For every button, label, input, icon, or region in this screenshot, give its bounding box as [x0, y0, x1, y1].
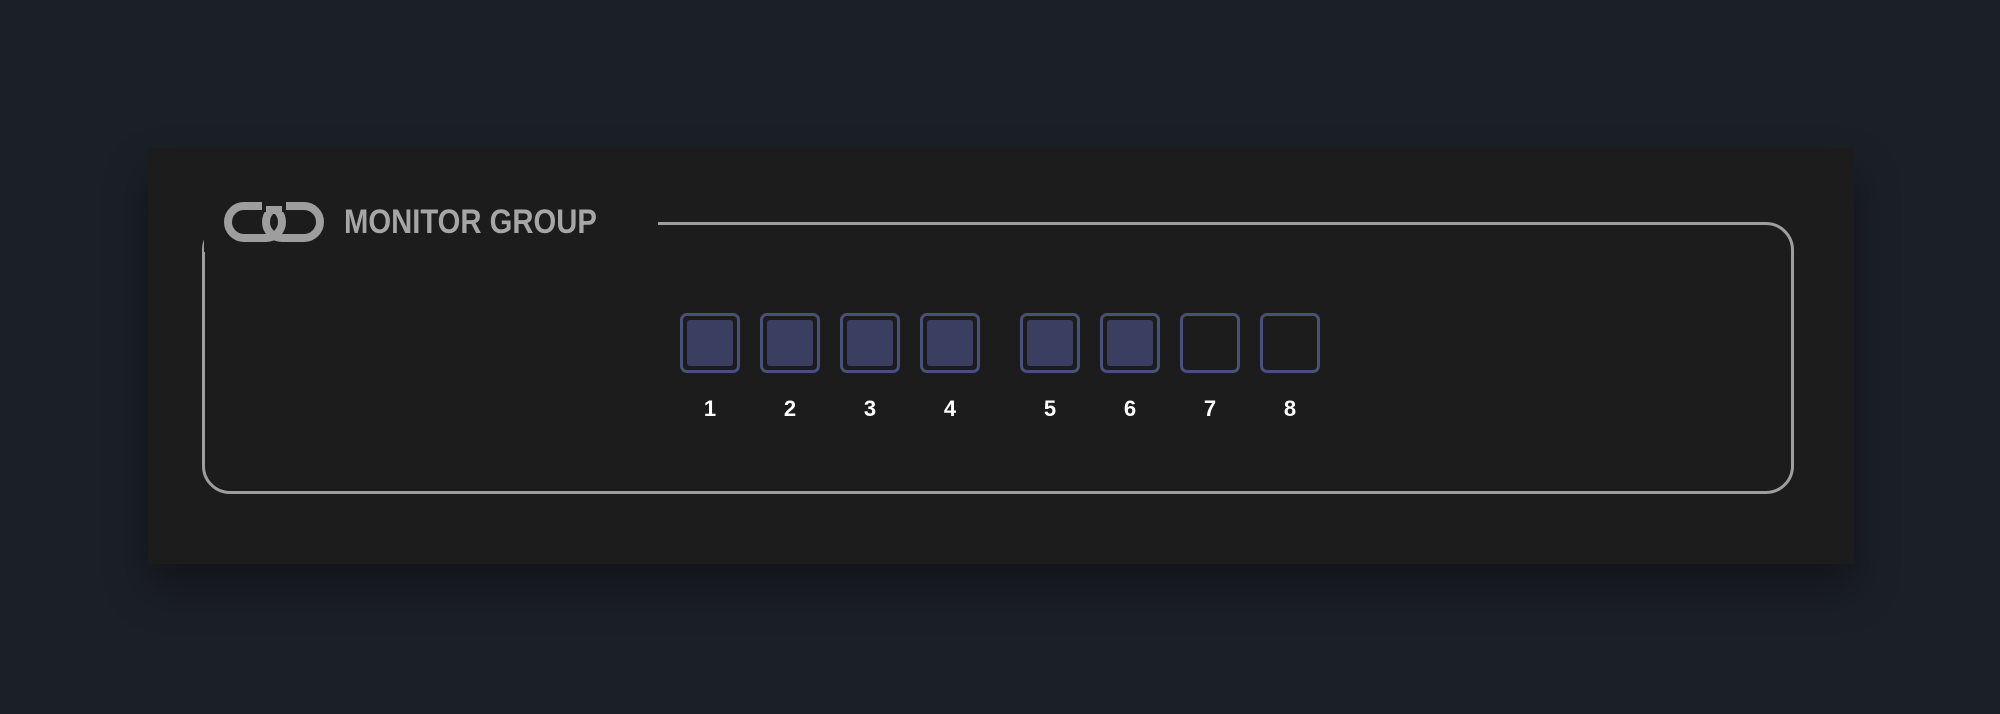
channel-8-indicator [1267, 320, 1313, 366]
channel-8-toggle-button[interactable] [1260, 313, 1320, 373]
channel-6-label: 6 [1123, 396, 1137, 421]
channel-7: 7 [1180, 313, 1240, 421]
channel-3: 3 [840, 313, 900, 421]
channel-button-row: 1 2 3 4 5 6 7 8 [148, 313, 1854, 443]
channel-1-label: 1 [703, 396, 717, 421]
channel-7-toggle-button[interactable] [1180, 313, 1240, 373]
channel-4: 4 [920, 313, 980, 421]
channel-2-toggle-button[interactable] [760, 313, 820, 373]
channel-3-toggle-button[interactable] [840, 313, 900, 373]
channel-6: 6 [1100, 313, 1160, 421]
monitor-group-title: MONITOR GROUP [344, 202, 597, 241]
channel-3-indicator [847, 320, 893, 366]
channel-4-label: 4 [943, 396, 957, 421]
channel-5-label: 5 [1043, 396, 1057, 421]
channel-7-indicator [1187, 320, 1233, 366]
monitor-group-legend: MONITOR GROUP [204, 192, 659, 252]
channel-3-label: 3 [863, 396, 877, 421]
channel-1: 1 [680, 313, 740, 421]
channel-2-label: 2 [783, 396, 797, 421]
channel-8-label: 8 [1283, 396, 1297, 421]
channel-6-indicator [1107, 320, 1153, 366]
monitor-group-panel: MONITOR GROUP 1 2 3 4 5 6 7 8 [148, 148, 1854, 564]
channel-5-indicator [1027, 320, 1073, 366]
channel-1-indicator [687, 320, 733, 366]
channel-4-indicator [927, 320, 973, 366]
channel-7-label: 7 [1203, 396, 1217, 421]
channel-5: 5 [1020, 313, 1080, 421]
channel-2: 2 [760, 313, 820, 421]
channel-4-toggle-button[interactable] [920, 313, 980, 373]
channel-1-toggle-button[interactable] [680, 313, 740, 373]
channel-2-indicator [767, 320, 813, 366]
channel-8: 8 [1260, 313, 1320, 421]
channel-5-toggle-button[interactable] [1020, 313, 1080, 373]
link-icon [224, 202, 324, 242]
channel-6-toggle-button[interactable] [1100, 313, 1160, 373]
